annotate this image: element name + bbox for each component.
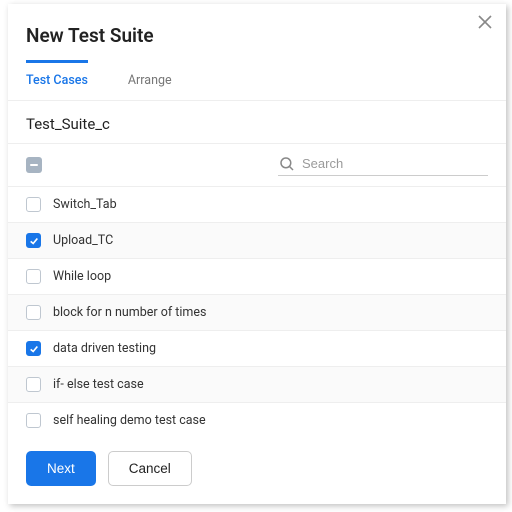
cancel-button[interactable]: Cancel <box>108 451 192 486</box>
new-test-suite-dialog: New Test Suite Test Cases Arrange Test_S… <box>8 4 506 504</box>
checkbox[interactable] <box>26 269 41 284</box>
list-item-label: Upload_TC <box>53 233 113 248</box>
test-case-list: Switch_Tab Upload_TC While loop block fo… <box>8 187 506 435</box>
dialog-title: New Test Suite <box>8 4 506 61</box>
next-button[interactable]: Next <box>26 451 96 486</box>
tab-arrange[interactable]: Arrange <box>128 60 172 100</box>
list-item-label: Switch_Tab <box>53 197 117 212</box>
checkbox[interactable] <box>26 305 41 320</box>
list-item-label: data driven testing <box>53 341 156 356</box>
search-input[interactable] <box>296 154 488 173</box>
suite-name-value: Test_Suite_c <box>26 115 110 133</box>
list-item[interactable]: block for n number of times <box>8 295 506 331</box>
indeterminate-icon <box>30 164 38 166</box>
tab-label: Test Cases <box>26 73 88 88</box>
checkbox[interactable] <box>26 413 41 428</box>
list-item-label: block for n number of times <box>53 305 206 320</box>
list-item[interactable]: self healing demo test case <box>8 403 506 435</box>
list-item[interactable]: While loop <box>8 259 506 295</box>
filter-row <box>8 144 506 187</box>
tab-test-cases[interactable]: Test Cases <box>26 60 88 100</box>
search-icon <box>278 155 296 173</box>
checkbox[interactable] <box>26 377 41 392</box>
list-item-label: self healing demo test case <box>53 413 206 428</box>
master-checkbox[interactable] <box>26 157 42 173</box>
close-icon[interactable] <box>478 14 492 28</box>
list-item[interactable]: Upload_TC <box>8 223 506 259</box>
dialog-footer: Next Cancel <box>8 435 506 504</box>
search-field[interactable] <box>278 154 488 176</box>
checkbox[interactable] <box>26 233 41 248</box>
suite-name-field[interactable]: Test_Suite_c <box>8 101 506 144</box>
list-item-label: if- else test case <box>53 377 144 392</box>
list-item[interactable]: if- else test case <box>8 367 506 403</box>
checkbox[interactable] <box>26 341 41 356</box>
list-item[interactable]: data driven testing <box>8 331 506 367</box>
tab-bar: Test Cases Arrange <box>8 61 506 101</box>
tab-label: Arrange <box>128 73 172 88</box>
list-item-label: While loop <box>53 269 111 284</box>
checkbox[interactable] <box>26 197 41 212</box>
list-item[interactable]: Switch_Tab <box>8 187 506 223</box>
